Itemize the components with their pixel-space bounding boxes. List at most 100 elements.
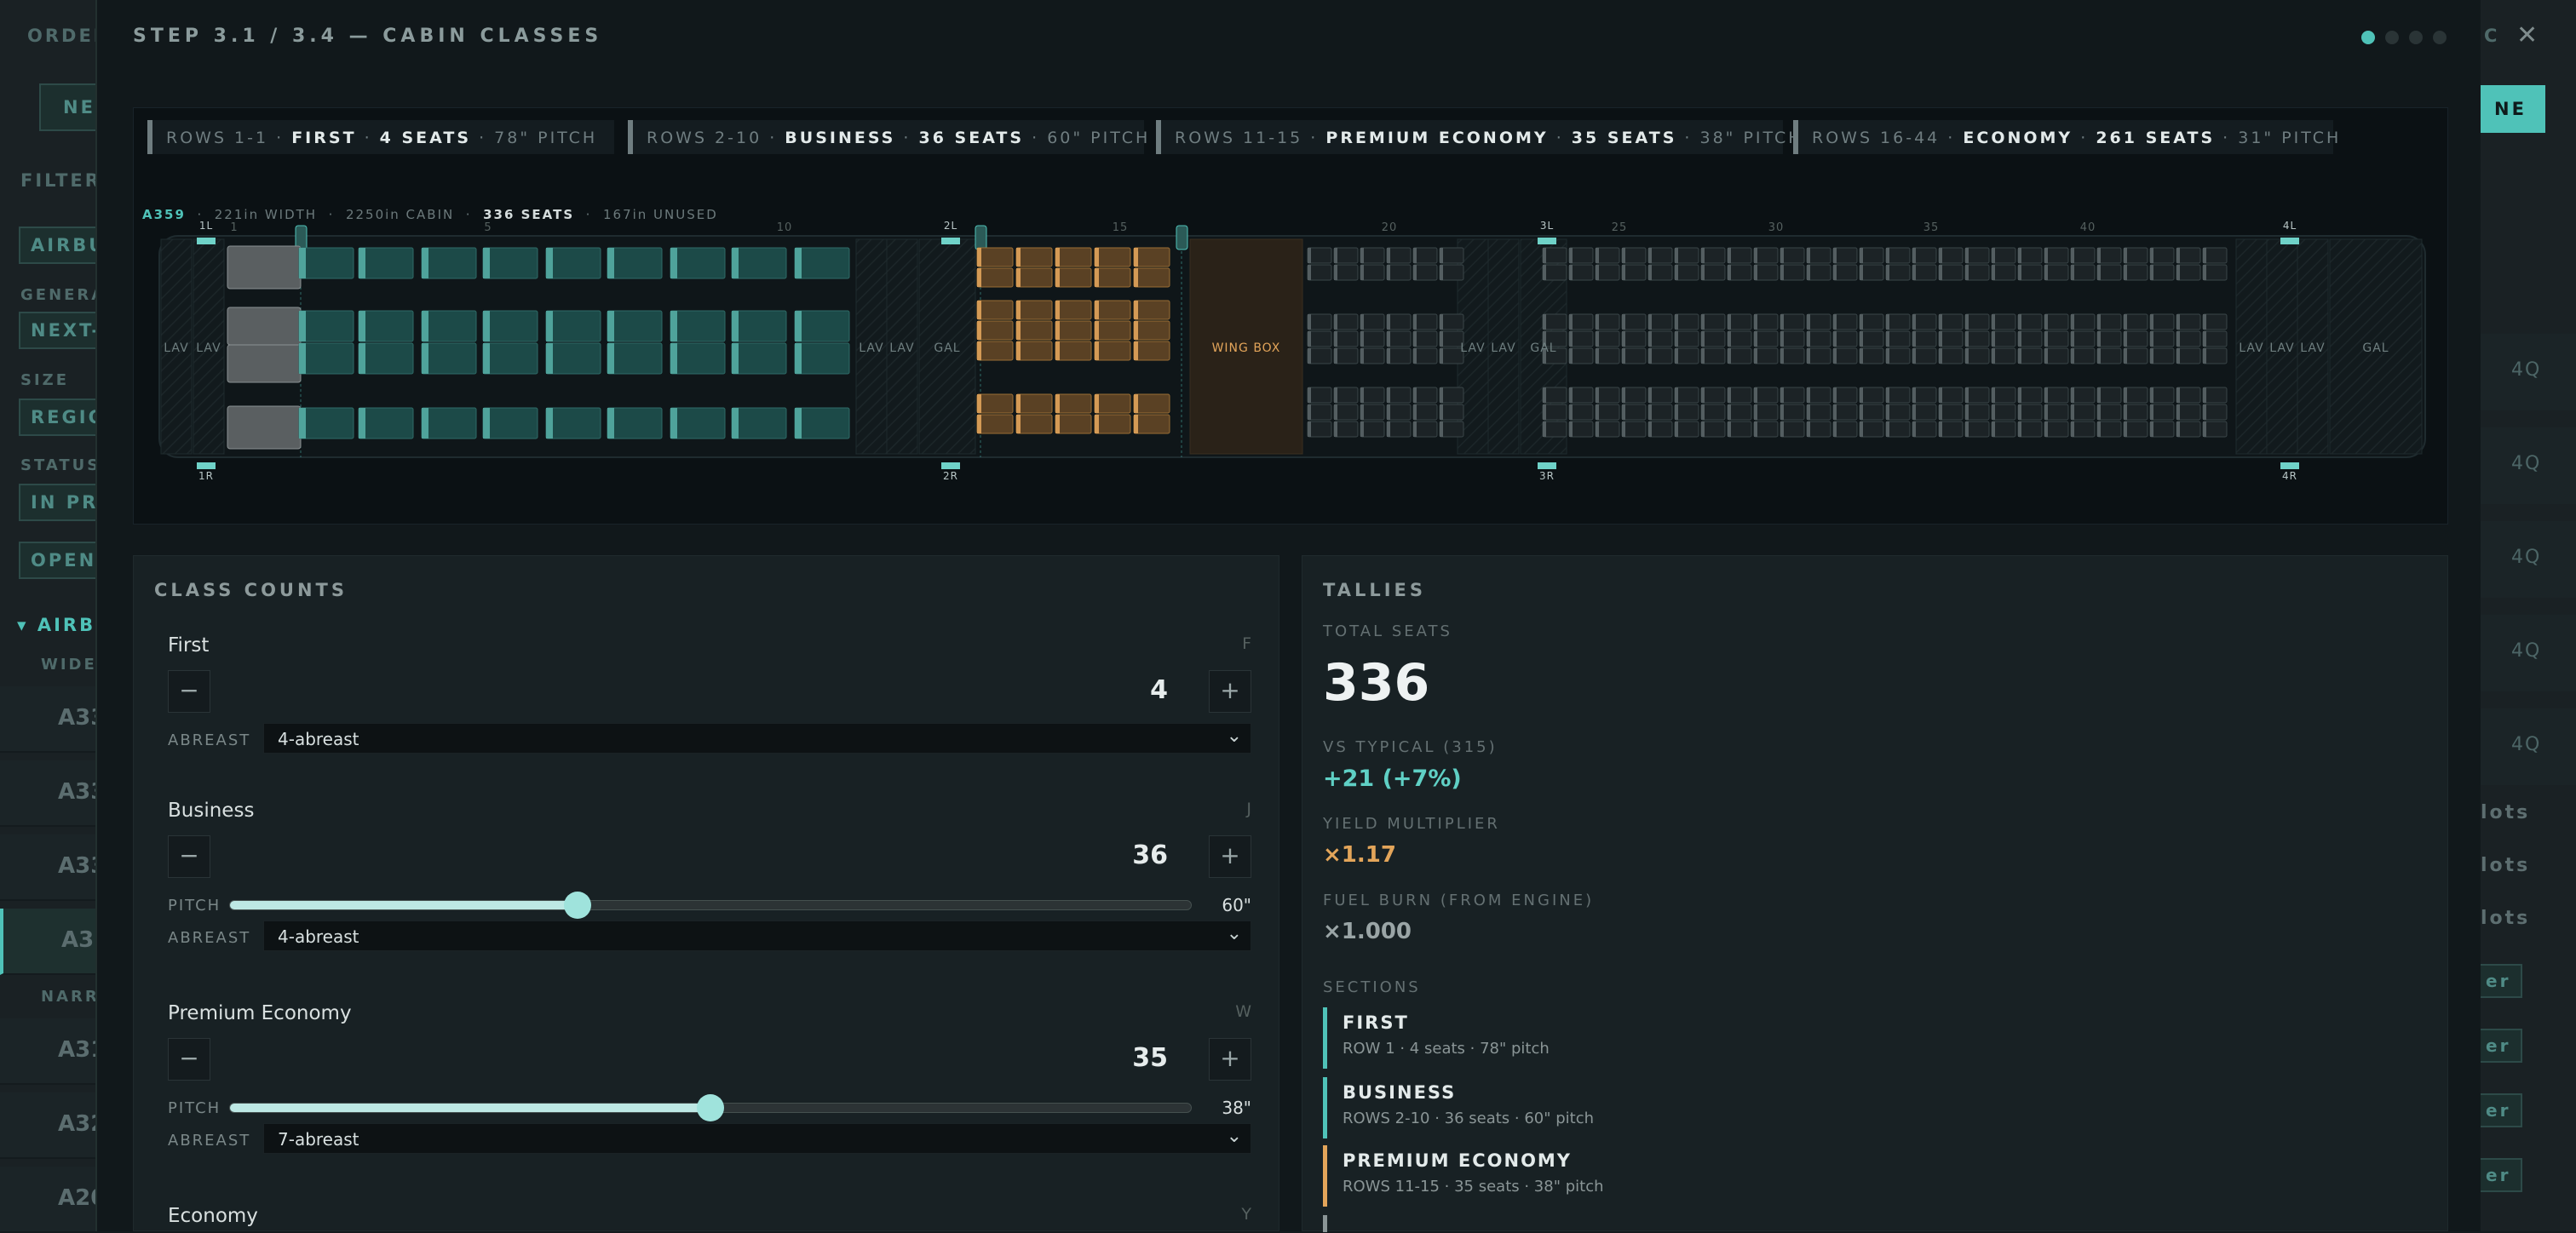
seat-economy-back <box>1807 404 1810 420</box>
seat-economy-back <box>1754 387 1757 403</box>
seat-economy <box>1568 387 1594 404</box>
lav-label: LAV <box>196 341 221 355</box>
seat-economy <box>1307 247 1332 264</box>
seat-economy-back <box>1308 314 1311 330</box>
bg-model-row[interactable]: A31 <box>0 1018 106 1085</box>
bg-done-button[interactable]: NE <box>2475 85 2545 133</box>
seat-economy-back <box>1833 348 1837 364</box>
seat-economy <box>1727 387 1752 404</box>
seat-economy-back <box>2150 248 2153 263</box>
seat-premium <box>976 300 1014 320</box>
modal-title: STEP 3.1 / 3.4 — CABIN CLASSES <box>133 26 603 47</box>
seat-business-back <box>795 408 802 439</box>
yield-label: YIELD MULTIPLIER <box>1323 815 1500 833</box>
class-chip-premium-economy[interactable]: ROWS 11-15 · PREMIUM ECONOMY · 35 SEATS … <box>1156 120 1801 154</box>
step-dot-active[interactable] <box>2361 31 2375 44</box>
abreast-select[interactable]: 4-abreast ⌄ <box>263 723 1251 754</box>
class-chip-business[interactable]: ROWS 2-10 · BUSINESS · 36 SEATS · 60" PI… <box>628 120 1147 154</box>
seat-economy-back <box>2150 348 2153 364</box>
step-dot[interactable] <box>2385 31 2399 44</box>
seat-business-back <box>732 343 739 374</box>
seat-economy-back <box>1701 422 1705 437</box>
bg-model-row[interactable]: A33 <box>0 686 106 753</box>
seat-economy-back <box>1807 387 1810 403</box>
seat-economy-back <box>1360 331 1364 347</box>
seat-economy <box>2149 330 2175 347</box>
tallies-panel: TALLIES TOTAL SEATS 336 VS TYPICAL (315)… <box>1302 555 2448 1232</box>
seat-economy <box>1780 404 1805 421</box>
bg-model-row[interactable]: A33 <box>0 760 106 827</box>
seat-economy <box>2044 404 2069 421</box>
seat-premium-back <box>1016 268 1021 287</box>
seat-economy <box>1621 421 1647 438</box>
seat-economy <box>1333 421 1359 438</box>
seat-economy-back <box>1833 404 1837 420</box>
pitch-slider[interactable] <box>229 892 1192 919</box>
bg-model-row[interactable]: A35 <box>0 909 109 975</box>
seat-economy <box>1595 330 1620 347</box>
seat-premium-back <box>1134 268 1138 287</box>
class-name: First <box>168 634 210 657</box>
seat-economy-back <box>1965 265 1969 280</box>
seat-business <box>607 407 663 439</box>
pitch-slider-knob[interactable] <box>564 892 592 919</box>
seat-economy <box>1780 330 1805 347</box>
seat-business-back <box>732 408 739 439</box>
seat-economy-back <box>1701 265 1705 280</box>
seat-economy <box>1360 347 1385 364</box>
seat-economy-back <box>1728 314 1731 330</box>
seat-economy-back <box>1939 404 1942 420</box>
decrement-button[interactable]: − <box>168 670 210 713</box>
seat-economy-back <box>1648 387 1652 403</box>
seat-economy <box>1991 247 2016 264</box>
seat-business-back <box>607 248 614 278</box>
seat-economy-back <box>1754 422 1757 437</box>
door-marker <box>941 462 960 469</box>
bg-wide-label: WIDE <box>41 656 97 674</box>
seat-economy-back <box>1543 314 1546 330</box>
decrement-button[interactable]: − <box>168 1038 210 1081</box>
step-dot[interactable] <box>2409 31 2423 44</box>
seat-economy <box>2123 347 2148 364</box>
seat-economy-back <box>2176 248 2180 263</box>
seat-economy <box>2202 387 2228 404</box>
seat-economy <box>1568 347 1594 364</box>
seat-economy-back <box>2071 404 2074 420</box>
seat-economy <box>1991 264 2016 281</box>
bg-order-button[interactable]: er <box>2474 1158 2523 1192</box>
bg-order-button[interactable]: er <box>2474 964 2523 998</box>
increment-button[interactable]: + <box>1209 670 1251 713</box>
seat-premium-back <box>1055 341 1060 360</box>
seat-economy <box>2096 247 2122 264</box>
bg-order-button[interactable]: er <box>2474 1029 2523 1063</box>
bg-order-button[interactable]: er <box>2474 1093 2523 1127</box>
seat-economy-back <box>2124 422 2127 437</box>
seat-economy <box>2017 404 2043 421</box>
increment-button[interactable]: + <box>1209 835 1251 878</box>
step-dot[interactable] <box>2433 31 2447 44</box>
bg-model-row[interactable]: A33 <box>0 834 106 901</box>
increment-button[interactable]: + <box>1209 1038 1251 1081</box>
seat-premium <box>1015 393 1053 414</box>
decrement-button[interactable]: − <box>168 835 210 878</box>
lav-label: LAV <box>859 341 883 355</box>
pitch-slider[interactable] <box>229 1094 1192 1121</box>
seat-economy-back <box>1622 248 1625 263</box>
bg-model-row[interactable]: A32 <box>0 1092 106 1159</box>
seat-economy <box>2096 347 2122 364</box>
seat-economy <box>1307 347 1332 364</box>
bg-airbus-group[interactable]: ▾ AIRB <box>17 615 95 635</box>
seat-premium <box>976 414 1014 434</box>
bg-model-row[interactable]: A20 <box>0 1167 106 1233</box>
class-chip-economy[interactable]: ROWS 16-44 · ECONOMY · 261 SEATS · 31" P… <box>1793 120 2338 154</box>
seat-premium-back <box>1134 321 1138 340</box>
close-icon[interactable]: ✕ <box>2516 20 2538 50</box>
seat-economy-back <box>2124 348 2127 364</box>
class-chip-first[interactable]: ROWS 1-1 · FIRST · 4 SEATS · 78" PITCH <box>147 120 614 154</box>
seat-economy <box>1333 387 1359 404</box>
abreast-select[interactable]: 4-abreast ⌄ <box>263 920 1251 951</box>
seat-economy <box>2149 387 2175 404</box>
seat-economy-back <box>1833 265 1837 280</box>
pitch-slider-knob[interactable] <box>697 1094 724 1121</box>
abreast-select[interactable]: 7-abreast ⌄ <box>263 1123 1251 1154</box>
